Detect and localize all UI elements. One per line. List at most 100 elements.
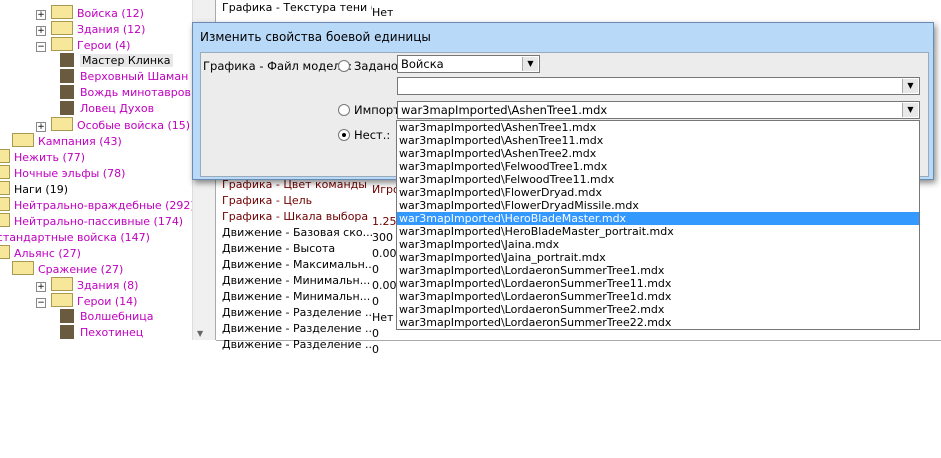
tree-item[interactable]: Нейтрально-враждебные (292) (0, 197, 192, 213)
unit-portrait-icon (60, 309, 74, 323)
dropdown-option[interactable]: war3mapImported\FlowerDryad.mdx (397, 186, 919, 199)
tree-item-label: Вождь минотавров (80, 86, 191, 99)
tree-item-label: Пехотинец (80, 326, 144, 339)
folder-icon (51, 277, 73, 291)
folder-icon (51, 5, 73, 19)
folder-icon (0, 213, 10, 227)
property-name: Графика - Текстура тени (... (222, 1, 372, 14)
scroll-down-icon[interactable]: ▼ (197, 329, 203, 338)
tree-item[interactable]: Наги (19) (0, 181, 68, 197)
tree-item[interactable]: Кампания (43) (12, 133, 122, 149)
tree-item[interactable]: Вождь минотавров (60, 85, 191, 101)
tree-item[interactable]: Сражение (27) (12, 261, 123, 277)
tree-item[interactable]: Нежить (77) (0, 149, 85, 165)
dropdown-option[interactable]: war3mapImported\HeroBladeMaster_portrait… (397, 225, 919, 238)
dropdown-option[interactable]: war3mapImported\FelwoodTree1.mdx (397, 160, 919, 173)
dialog-title: Изменить свойства боевой единицы (200, 30, 431, 44)
tree-item[interactable]: Мастер Клинка (60, 53, 173, 69)
preset-category-select[interactable]: Войска ▼ (397, 55, 540, 73)
dropdown-option[interactable]: war3mapImported\Jaina_portrait.mdx (397, 251, 919, 264)
tree-item[interactable]: Верховный Шаман (60, 69, 188, 85)
property-row[interactable]: Движение - Максимальн...0 (222, 257, 379, 276)
chevron-down-icon[interactable]: ▼ (902, 103, 918, 117)
expand-icon[interactable]: + (36, 26, 46, 36)
tree-item-label: Герои (14) (77, 295, 138, 308)
tree-item-label: Ночные эльфы (78) (14, 167, 126, 180)
chevron-down-icon[interactable]: ▼ (902, 79, 918, 93)
unit-portrait-icon (60, 325, 74, 339)
folder-icon (0, 181, 10, 195)
dropdown-option[interactable]: war3mapImported\AshenTree1.mdx (397, 121, 919, 134)
dropdown-option[interactable]: war3mapImported\LordaeronSummerTree2.mdx (397, 303, 919, 316)
expand-icon[interactable]: + (36, 10, 46, 20)
tree-item[interactable]: − Герои (4) (36, 37, 130, 53)
folder-icon (0, 245, 10, 259)
folder-icon (51, 117, 73, 131)
property-row[interactable]: Движение - Минимальн... 0.00 (222, 273, 397, 292)
property-value: Нет (372, 6, 394, 19)
tree-item-label: Сражение (27) (38, 263, 124, 276)
dropdown-option[interactable]: war3mapImported\AshenTree2.mdx (397, 147, 919, 160)
radio-import-label: Импорт (354, 103, 400, 117)
import-model-select[interactable]: war3mapImported\AshenTree1.mdx ▼ (397, 101, 920, 119)
folder-icon (51, 37, 73, 51)
folder-icon (0, 149, 10, 163)
dropdown-option[interactable]: war3mapImported\FlowerDryadMissile.mdx (397, 199, 919, 212)
property-row[interactable]: Графика - Цель (222, 193, 372, 209)
property-row[interactable]: Движение - Высота 0.00 (222, 241, 397, 260)
property-name: Движение - Минимальн... (222, 290, 371, 303)
tree-item[interactable]: + Войска (12) (36, 5, 144, 21)
dropdown-option[interactable]: war3mapImported\LordaeronSummerTree1d.md… (397, 290, 919, 303)
dropdown-option[interactable]: war3mapImported\Jaina.mdx (397, 238, 919, 251)
property-row[interactable]: Движение - Разделение ...Нет (222, 305, 393, 324)
dropdown-option[interactable]: war3mapImported\LordaeronSummerTree1.mdx (397, 264, 919, 277)
unit-tree[interactable]: + Войска (12) + Здания (12) − Герои (4) Мастер… (0, 0, 192, 340)
property-row[interactable]: Движение - Минимальн... 0 (222, 289, 379, 308)
property-row[interactable]: Движение - Базовая ско...300 (222, 225, 393, 244)
property-row[interactable]: Графика - Текстура тени (...Нет (222, 0, 394, 19)
dropdown-option[interactable]: war3mapImported\LordaeronSummerTree22.md… (397, 316, 919, 329)
tree-item-label: Особые войска (15) (77, 119, 191, 132)
tree-item[interactable]: Ночные эльфы (78) (0, 165, 125, 181)
tree-item[interactable]: + Особые войска (15) (36, 117, 190, 133)
tree-item-label: Наги (19) (14, 183, 69, 196)
radio-preset[interactable] (338, 60, 350, 72)
unit-portrait-icon (60, 85, 74, 99)
dropdown-option[interactable]: war3mapImported\HeroBladeMaster.mdx (397, 212, 919, 225)
tree-item[interactable]: Пехотинец (60, 325, 143, 340)
unit-portrait-icon (60, 101, 74, 115)
tree-item[interactable]: Волшебница (60, 309, 154, 325)
folder-icon (0, 165, 10, 179)
dropdown-option[interactable]: war3mapImported\AshenTree11.mdx (397, 134, 919, 147)
collapse-icon[interactable]: − (36, 42, 46, 52)
tree-item-label: Мастер Клинка (80, 54, 173, 67)
property-name: Графика - Цель (222, 194, 313, 207)
chevron-down-icon[interactable]: ▼ (522, 57, 538, 71)
expand-icon[interactable]: + (36, 122, 46, 132)
tree-item[interactable]: + Здания (8) (36, 277, 138, 293)
dropdown-option[interactable]: war3mapImported\FelwoodTree11.mdx (397, 173, 919, 186)
radio-custom[interactable] (338, 129, 350, 141)
tree-item-label: Нейтрально-пассивные (174) (14, 215, 184, 228)
property-name: Движение - Базовая ско... (222, 226, 372, 239)
tree-item[interactable]: естандартные войска (147) (0, 229, 150, 245)
tree-item[interactable]: Альянс (27) (0, 245, 81, 261)
property-row[interactable]: Движение - Разделение ...0 (222, 321, 379, 340)
folder-icon (51, 293, 73, 307)
preset-model-select[interactable]: ▼ (397, 77, 920, 95)
radio-preset-label: Задано: (354, 59, 402, 73)
property-row[interactable]: Движение - Разделение ...0 (222, 337, 379, 356)
tree-item[interactable]: Ловец Духов (60, 101, 154, 117)
tree-item-label: Альянс (27) (14, 247, 81, 260)
tree-item[interactable]: Нейтрально-пассивные (174) (0, 213, 183, 229)
dropdown-option[interactable]: war3mapImported\LordaeronSummerTree11.md… (397, 277, 919, 290)
folder-icon (12, 133, 34, 147)
tree-item[interactable]: + Здания (12) (36, 21, 145, 37)
property-value: 0 (372, 343, 379, 356)
property-row[interactable]: Графика - Шкала выбора 1.25 (222, 209, 397, 228)
radio-import[interactable] (338, 104, 350, 116)
import-dropdown-list[interactable]: war3mapImported\AshenTree1.mdx war3mapImp… (396, 120, 920, 330)
expand-icon[interactable]: + (36, 282, 46, 292)
collapse-icon[interactable]: − (36, 298, 46, 308)
tree-item[interactable]: − Герои (14) (36, 293, 137, 309)
